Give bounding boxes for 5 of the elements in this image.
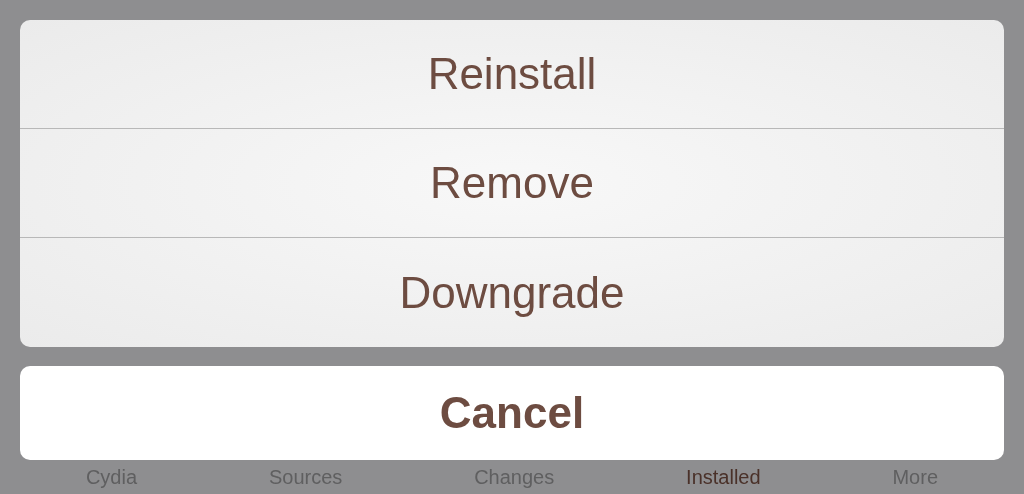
action-button[interactable]: Remove [20, 129, 1004, 238]
tab[interactable]: Installed [686, 466, 761, 488]
action-button[interactable]: Downgrade [20, 238, 1004, 347]
action-button[interactable]: Reinstall [20, 20, 1004, 129]
cancel-button[interactable]: Cancel [20, 366, 1004, 460]
